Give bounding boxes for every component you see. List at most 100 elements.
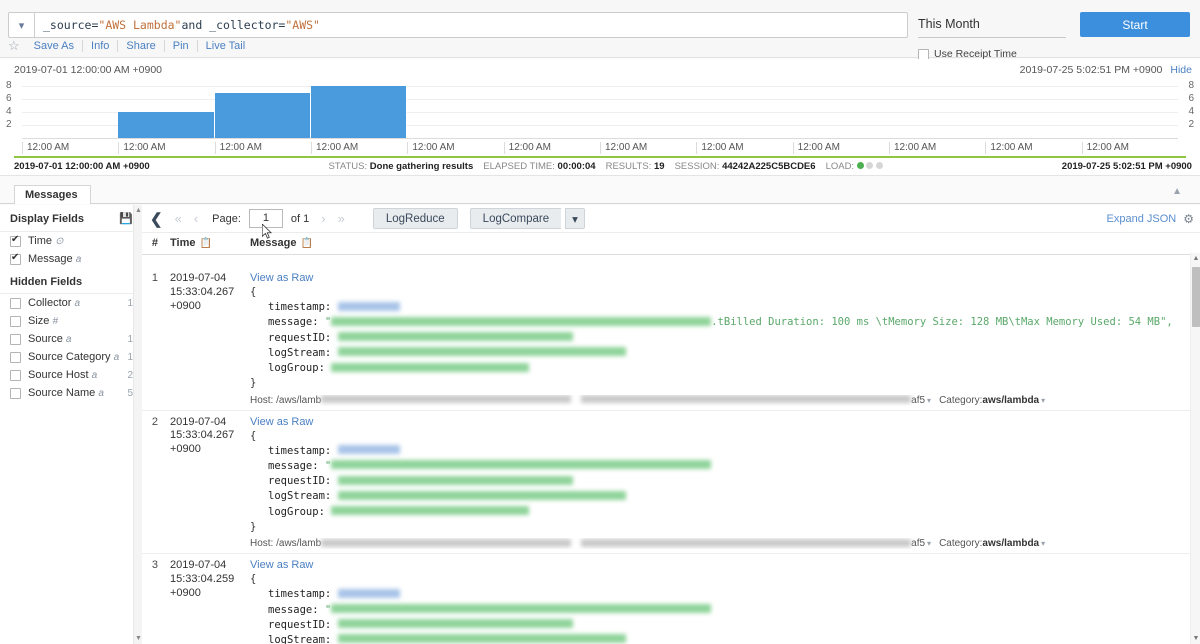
scroll-up-icon[interactable]: ▲ [135, 207, 142, 214]
time-range-input[interactable]: This Month [918, 12, 1066, 38]
copy-icon[interactable]: 📋 [199, 238, 211, 249]
histogram-header: 2019-07-01 12:00:00 AM +0900 2019-07-25 … [0, 59, 1200, 76]
status-left-time: 2019-07-01 12:00:00 AM +0900 [14, 161, 150, 172]
sidebar-scrollbar[interactable]: ▲ ▼ [133, 205, 142, 644]
category-value: aws/lambda [982, 538, 1040, 550]
histogram-chart[interactable]: 22446688 [6, 80, 1194, 138]
hidden-fields-list: Collector a 1 Size # Source a 1 Source Catego… [0, 294, 141, 402]
chevron-down-icon[interactable]: ▾ [1041, 396, 1045, 405]
view-as-raw-link[interactable]: View as Raw [250, 272, 1190, 284]
field-row-source[interactable]: Source a1 [0, 330, 141, 348]
copy-icon[interactable]: 📋 [300, 238, 312, 249]
start-button[interactable]: Start [1080, 12, 1190, 37]
save-as-link[interactable]: Save As [28, 40, 82, 52]
use-receipt-time-checkbox[interactable] [918, 48, 929, 60]
next-page-button[interactable]: › [317, 211, 329, 226]
chevron-down-icon: ▾ [572, 213, 578, 226]
chevron-down-icon[interactable]: ▾ [927, 396, 931, 405]
redacted-value [331, 506, 530, 516]
table-row[interactable]: 2 2019-07-04 15:33:04.267 +0900 View as Raw… [142, 411, 1190, 555]
field-row-collector[interactable]: Collector a1 [0, 294, 141, 312]
star-icon[interactable]: ☆ [8, 38, 20, 54]
json-line-timestamp: timestamp: [250, 300, 1190, 315]
live-tail-link[interactable]: Live Tail [196, 40, 254, 52]
chart-y-tick-label: 4 [1188, 106, 1194, 118]
field-row-source-category[interactable]: Source Category a1 [0, 348, 141, 366]
logcompare-dropdown[interactable]: ▾ [565, 208, 585, 229]
field-row-message[interactable]: Message a [0, 250, 141, 268]
field-row-time[interactable]: Time ⊙ [0, 232, 141, 250]
scrollbar-thumb[interactable] [1192, 267, 1200, 327]
row-meta-line: Host: /aws/lamb af5 ▾ Category: aws/lambda ▾ [250, 538, 1190, 549]
json-key: timestamp: [268, 444, 338, 457]
row-date: 2019-07-04 [170, 272, 227, 284]
redacted-host [321, 538, 572, 547]
results-toolbar: ❮ « ‹ Page: 1 of 1 › » LogReduce LogComp… [142, 205, 1200, 233]
field-checkbox[interactable] [10, 252, 21, 265]
query-history-dropdown[interactable]: ▾ [8, 12, 34, 38]
chevron-down-icon[interactable]: ▾ [1041, 539, 1045, 548]
collapse-panel-icon[interactable]: ▲ [1172, 186, 1182, 197]
chart-bar[interactable] [311, 86, 408, 138]
json-key: requestID: [268, 475, 338, 488]
field-checkbox[interactable] [10, 234, 21, 247]
prev-page-button[interactable]: ‹ [190, 211, 202, 226]
page-input[interactable]: 1 [248, 209, 283, 228]
field-checkbox[interactable] [10, 315, 21, 327]
scroll-down-icon[interactable]: ▼ [135, 635, 142, 642]
save-icon[interactable]: 💾 [119, 212, 133, 225]
log-search-app: ▾ _source= "AWS Lambda" and _collector= "A… [0, 0, 1200, 644]
pin-link[interactable]: Pin [163, 40, 197, 52]
page-label: Page: [212, 212, 241, 225]
gear-icon[interactable]: ⚙ [1183, 212, 1194, 226]
view-as-raw-link[interactable]: View as Raw [250, 559, 1190, 571]
session-label: SESSION: [674, 161, 720, 172]
info-link[interactable]: Info [82, 40, 117, 52]
logcompare-button[interactable]: LogCompare [469, 208, 562, 229]
logreduce-button[interactable]: LogReduce [372, 208, 458, 229]
field-checkbox[interactable] [10, 369, 21, 381]
last-page-button[interactable]: » [334, 211, 349, 226]
field-row-source-name[interactable]: Source Name a5 [0, 384, 141, 402]
json-key: timestamp: [268, 588, 338, 601]
field-label: Size # [28, 315, 59, 327]
scroll-up-icon[interactable]: ▲ [1192, 255, 1200, 262]
query-text-plain-1: _source= [43, 18, 99, 32]
field-checkbox[interactable] [10, 297, 21, 309]
scroll-down-icon[interactable]: ▼ [1192, 635, 1200, 642]
field-checkbox[interactable] [10, 333, 21, 345]
field-row-source-host[interactable]: Source Host a2 [0, 366, 141, 384]
share-link[interactable]: Share [117, 40, 163, 52]
results-scrollbar[interactable]: ▲ ▼ [1190, 253, 1200, 644]
tab-messages[interactable]: Messages [14, 185, 91, 204]
json-key: logStream: [268, 490, 338, 503]
hide-histogram-link[interactable]: Hide [1170, 64, 1192, 76]
expand-json-link[interactable]: Expand JSON [1107, 213, 1177, 225]
chart-bar[interactable] [214, 92, 311, 138]
field-label: Source Host a [28, 369, 98, 381]
field-checkbox[interactable] [10, 351, 21, 363]
chart-y-tick-label: 2 [1188, 119, 1194, 131]
field-row-size[interactable]: Size # [0, 312, 141, 330]
field-label: Source Name a [28, 387, 104, 399]
hidden-fields-label: Hidden Fields [0, 268, 141, 294]
first-page-button[interactable]: « [171, 211, 186, 226]
collapse-sidebar-button[interactable]: ❮ [146, 210, 167, 228]
chart-x-tick-label: 12:00 AM [118, 142, 166, 154]
json-brace-open: { [250, 286, 257, 298]
table-row[interactable]: 3 2019-07-04 15:33:04.259 +0900 View as Raw… [142, 554, 1190, 644]
results-table-header: # Time 📋 Message 📋 [142, 233, 1200, 255]
search-query-input[interactable]: _source= "AWS Lambda" and _collector= "AWS… [34, 12, 908, 38]
chevron-down-icon[interactable]: ▾ [927, 539, 931, 548]
redacted-value [331, 362, 530, 372]
field-checkbox[interactable] [10, 387, 21, 399]
header-message: Message 📋 [248, 237, 1200, 249]
host-label: Host: /aws/lamb [250, 394, 322, 406]
chart-x-tick-label: 12:00 AM [407, 142, 455, 154]
results-label: RESULTS: [605, 161, 652, 172]
query-actions: ☆ Save As Info Share Pin Live Tail [8, 38, 253, 54]
table-row[interactable]: 1 2019-07-04 15:33:04.267 +0900 View as Raw… [142, 267, 1190, 411]
chart-bar[interactable] [118, 112, 215, 138]
view-as-raw-link[interactable]: View as Raw [250, 416, 1190, 428]
row-message: View as Raw {timestamp: message: " request… [248, 559, 1190, 644]
